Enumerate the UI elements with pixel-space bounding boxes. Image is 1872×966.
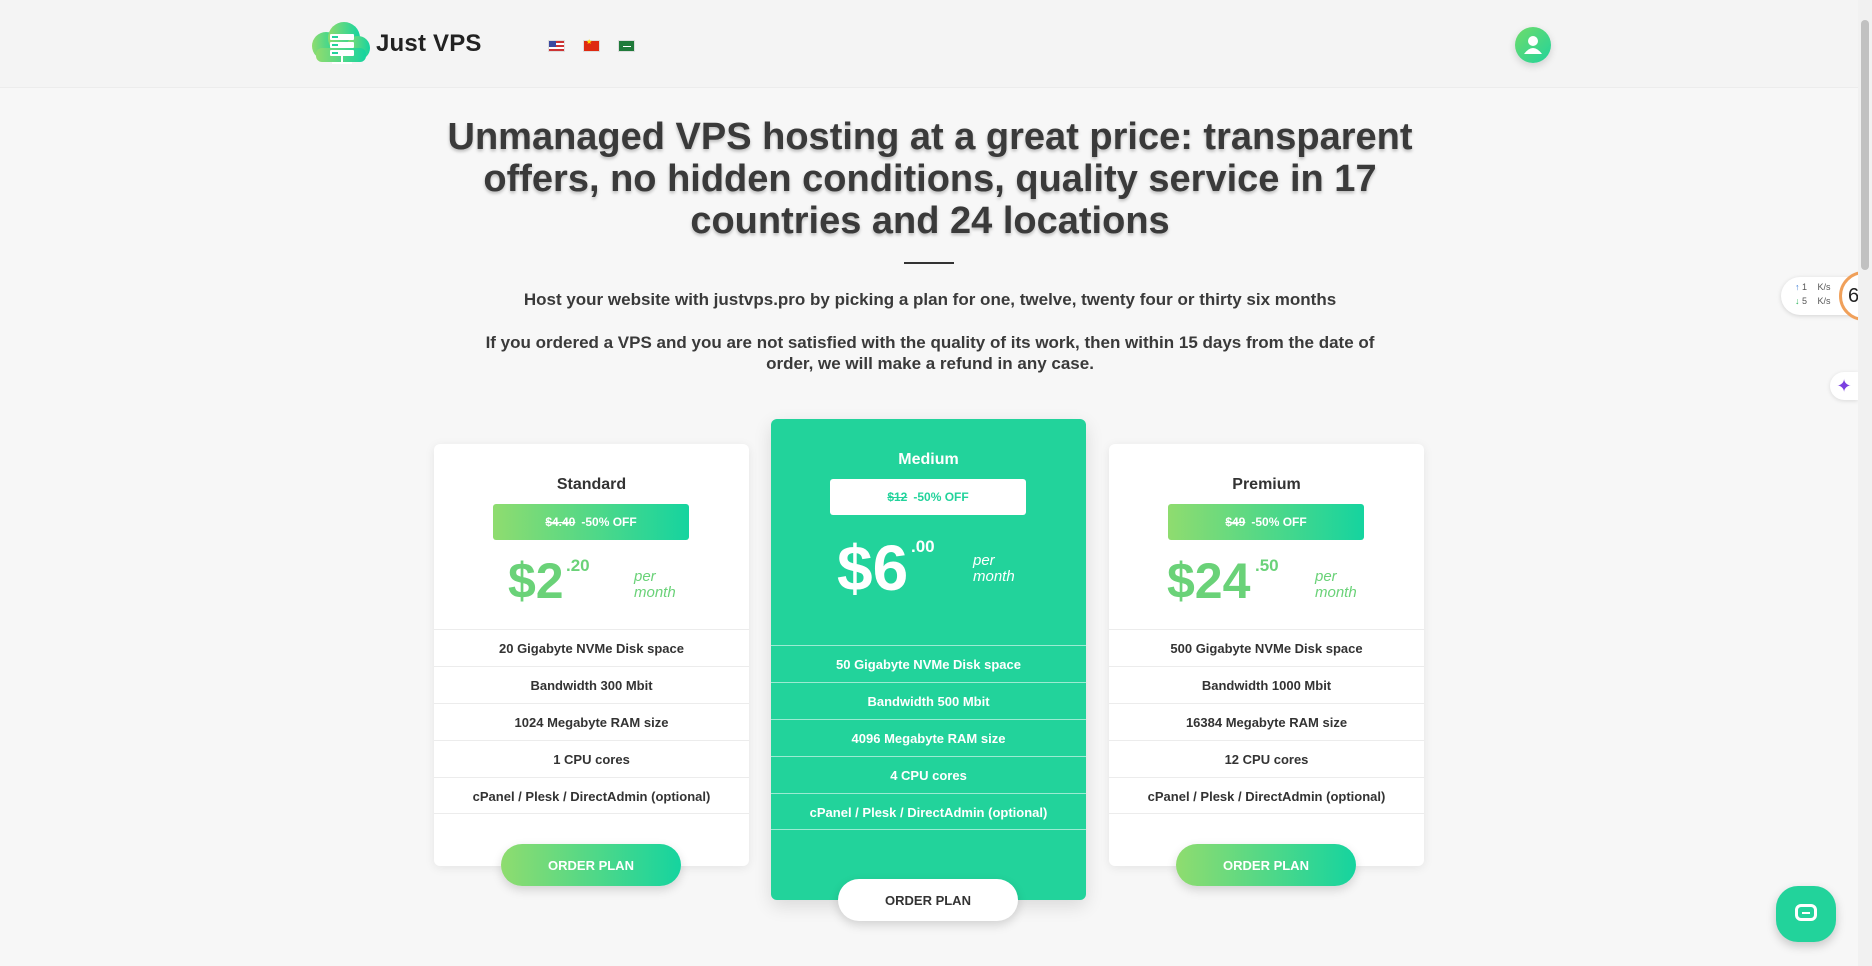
price-block: $2 .20 per month [434,552,749,622]
user-account-button[interactable] [1515,27,1551,63]
old-price: $49 [1225,515,1246,529]
plan-card-medium: Medium $12 -50% OFF $6 .00 per month 50 G… [771,419,1086,921]
list-item: 50 Gigabyte NVMe Disk space [771,645,1086,682]
download-unit: K/s [1817,296,1831,306]
chat-button[interactable] [1776,886,1836,942]
price-block: $6 .00 per month [771,531,1086,604]
refund-note: If you ordered a VPS and you are not sat… [485,333,1375,373]
arrow-up-icon: ↑ [1795,282,1800,292]
hero-subtitle: Host your website with justvps.pro by pi… [523,290,1337,309]
discount-label: -50% OFF [1251,515,1307,529]
list-item: cPanel / Plesk / DirectAdmin (optional) [771,793,1086,830]
old-price: $12 [887,490,908,504]
user-icon [1524,36,1542,54]
top-navbar: Just VPS [0,0,1858,88]
price-block: $24 .50 per month [1109,552,1424,622]
cloud-server-icon [308,22,372,66]
download-value: 5 [1802,296,1808,306]
upload-value: 1 [1802,282,1808,292]
discount-badge: $49 -50% OFF [1168,504,1364,540]
list-item: cPanel / Plesk / DirectAdmin (optional) [1109,777,1424,814]
price-cents: .20 [566,556,590,575]
flag-sa-icon[interactable] [618,40,635,52]
price-cents: .50 [1255,556,1279,575]
list-item: 4 CPU cores [771,756,1086,793]
upload-unit: K/s [1817,282,1831,292]
feature-list: 20 Gigabyte NVMe Disk space Bandwidth 30… [434,629,749,814]
feature-list: 500 Gigabyte NVMe Disk space Bandwidth 1… [1109,629,1424,814]
list-item: 1 CPU cores [434,740,749,777]
month-label: month [1315,584,1357,601]
price-period: per month [1315,569,1357,601]
download-speed: ↓ 5 K/s [1795,296,1831,306]
per-label: per [634,568,656,585]
order-plan-button[interactable]: ORDER PLAN [501,844,681,886]
feature-list: 50 Gigabyte NVMe Disk space Bandwidth 50… [771,645,1086,830]
flag-us-icon[interactable] [548,40,565,52]
sparkle-icon[interactable]: ✦ [1830,372,1858,400]
order-plan-button[interactable]: ORDER PLAN [1176,844,1356,886]
flag-cn-icon[interactable] [583,38,600,52]
list-item: Bandwidth 300 Mbit [434,666,749,703]
old-price: $4.40 [545,515,576,529]
plan-card-standard: Standard $4.40 -50% OFF $2 .20 per month … [434,444,749,886]
price-period: per month [973,553,1015,585]
discount-label: -50% OFF [581,515,637,529]
list-item: cPanel / Plesk / DirectAdmin (optional) [434,777,749,814]
discount-badge: $4.40 -50% OFF [493,504,689,540]
per-label: per [973,552,995,569]
site-logo[interactable]: Just VPS [308,22,482,66]
list-item: 500 Gigabyte NVMe Disk space [1109,629,1424,666]
discount-label: -50% OFF [913,490,969,504]
plan-name: Medium [898,451,959,468]
upload-speed: ↑ 1 K/s [1795,282,1831,292]
price-main: $24 [1167,553,1251,609]
list-item: 12 CPU cores [1109,740,1424,777]
order-plan-button[interactable]: ORDER PLAN [838,879,1018,921]
month-label: month [973,568,1015,585]
per-label: per [1315,568,1337,585]
price-cents: .00 [911,537,935,556]
scrollbar-thumb[interactable] [1861,20,1869,270]
arrow-down-icon: ↓ [1795,296,1800,306]
price-main: $6 [837,532,909,604]
price-period: per month [634,569,676,601]
list-item: 20 Gigabyte NVMe Disk space [434,629,749,666]
list-item: Bandwidth 500 Mbit [771,682,1086,719]
month-label: month [634,584,676,601]
list-item: 4096 Megabyte RAM size [771,719,1086,756]
scrollbar[interactable] [1858,0,1872,966]
list-item: 16384 Megabyte RAM size [1109,703,1424,740]
page-title: Unmanaged VPS hosting at a great price: … [447,116,1413,242]
plan-name: Standard [556,476,627,493]
logo-text: Just VPS [376,30,482,57]
title-divider [904,262,954,264]
price-main: $2 [508,553,564,609]
plan-name: Premium [1232,476,1301,493]
discount-badge: $12 -50% OFF [830,479,1026,515]
list-item: Bandwidth 1000 Mbit [1109,666,1424,703]
plan-card-premium: Premium $49 -50% OFF $24 .50 per month 50… [1109,444,1424,886]
language-switcher [548,38,635,52]
list-item: 1024 Megabyte RAM size [434,703,749,740]
chat-icon [1795,904,1817,921]
